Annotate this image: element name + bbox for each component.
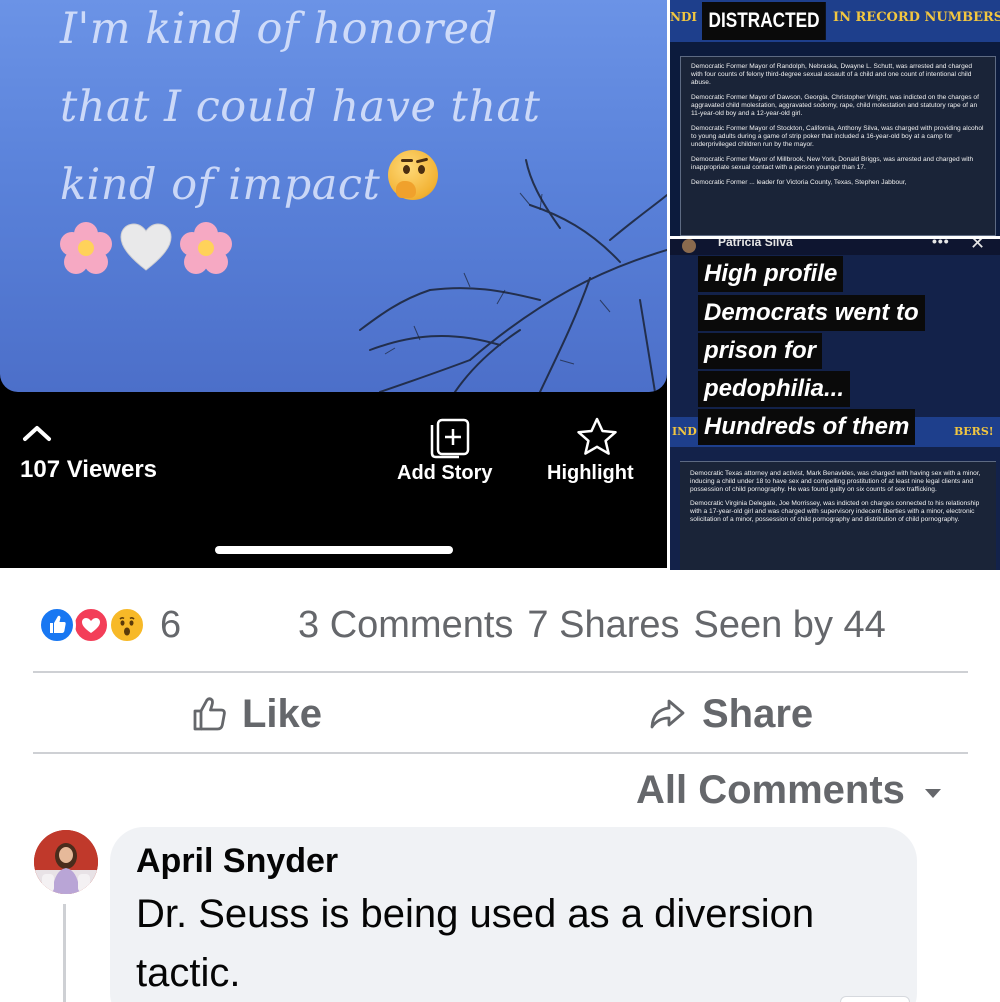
seen-by-count[interactable]: Seen by 44 bbox=[694, 604, 886, 647]
news-paragraph: Democratic Texas attorney and activist, … bbox=[690, 470, 981, 493]
banner-right-text: IN RECORD NUMBERS bbox=[833, 10, 1000, 25]
add-story-icon[interactable] bbox=[429, 417, 473, 459]
news-paragraph: Democratic Former Mayor of Millbrook, Ne… bbox=[691, 156, 974, 171]
headline-line-3: prison for bbox=[698, 333, 822, 369]
like-button[interactable]: Like bbox=[190, 684, 322, 744]
headline-line-4: pedophilia... bbox=[698, 371, 851, 407]
comments-count[interactable]: 3 Comments bbox=[298, 604, 513, 647]
poster-avatar bbox=[682, 239, 696, 253]
comment-author[interactable]: April Snyder bbox=[136, 841, 891, 881]
share-button[interactable]: Share bbox=[648, 684, 813, 744]
shares-count[interactable]: 7 Shares bbox=[527, 604, 679, 647]
thread-line bbox=[63, 904, 66, 1002]
reactions-summary[interactable] bbox=[38, 606, 158, 646]
add-story-button[interactable]: Add Story bbox=[397, 462, 493, 485]
band-left-text: IND bbox=[672, 425, 697, 438]
photo-headline[interactable]: Patricia Silva ••• ✕ High profile Democr… bbox=[670, 239, 1000, 570]
news-text-panel: Democratic Former Mayor of Randolph, Neb… bbox=[680, 56, 996, 236]
thinking-face-icon bbox=[388, 150, 438, 200]
eye-right bbox=[418, 165, 425, 174]
headline-line-2: Democrats went to bbox=[698, 295, 925, 331]
story-caption: I'm kind of honored that I could have th… bbox=[60, 0, 580, 224]
wow-reaction-icon bbox=[108, 606, 146, 644]
post-stats: 3 Comments 7 Shares Seen by 44 bbox=[298, 604, 886, 647]
story-line-1: I'm kind of honored bbox=[60, 4, 498, 54]
comment-text: Dr. Seuss is being used as a diversion t… bbox=[136, 892, 815, 995]
chevron-up-icon[interactable] bbox=[22, 424, 52, 442]
reaction-count[interactable]: 6 bbox=[160, 604, 181, 647]
close-icon: ✕ bbox=[970, 239, 986, 253]
news-paragraph: Democratic Virginia Delegate, Joe Morris… bbox=[690, 500, 980, 523]
highlight-button[interactable]: Highlight bbox=[547, 462, 634, 485]
news-paragraph: Democratic Former Mayor of Dawson, Georg… bbox=[691, 94, 979, 117]
headline-line-1: High profile bbox=[698, 256, 844, 292]
hand-on-chin bbox=[396, 181, 416, 198]
cherry-blossom-icon bbox=[58, 220, 114, 276]
emoji-row bbox=[58, 220, 234, 276]
story-line-3: kind of impact bbox=[60, 160, 381, 210]
photo-distracted[interactable]: NDI DISTRACTED IN RECORD NUMBERS Democra… bbox=[670, 0, 1000, 236]
brow-left bbox=[401, 159, 413, 162]
story-line-2: that I could have that bbox=[60, 82, 541, 132]
banner-left-text: NDI bbox=[670, 10, 697, 24]
like-label: Like bbox=[242, 691, 323, 736]
cherry-blossom-icon bbox=[178, 220, 234, 276]
comments-filter-label: All Comments bbox=[636, 768, 905, 812]
caret-down-icon bbox=[924, 789, 941, 798]
news-text-panel: Democratic Texas attorney and activist, … bbox=[680, 461, 996, 570]
reaction-pill[interactable] bbox=[840, 996, 910, 1002]
story-background: I'm kind of honored that I could have th… bbox=[0, 0, 667, 392]
viewers-count[interactable]: 107 Viewers bbox=[20, 456, 157, 484]
band-right-text: BERS! bbox=[954, 425, 994, 438]
share-arrow-icon bbox=[650, 699, 685, 729]
divider bbox=[33, 671, 968, 673]
poster-name: Patricia Silva bbox=[718, 239, 793, 249]
story-screenshot[interactable]: I'm kind of honored that I could have th… bbox=[0, 0, 667, 568]
news-paragraph: Democratic Former ... leader for Victori… bbox=[691, 179, 907, 186]
white-heart-icon bbox=[118, 220, 174, 276]
share-label: Share bbox=[702, 691, 814, 736]
more-options-icon: ••• bbox=[932, 239, 950, 249]
headline-line-5: Hundreds of them bbox=[698, 409, 916, 445]
news-paragraph: Democratic Former Mayor of Randolph, Neb… bbox=[691, 63, 973, 86]
thumbs-up-icon bbox=[193, 697, 226, 731]
comment-bubble[interactable]: April Snyder Dr. Seuss is being used as … bbox=[110, 827, 917, 1002]
divider bbox=[33, 752, 968, 754]
home-indicator bbox=[215, 546, 453, 554]
news-paragraph: Democratic Former Mayor of Stockton, Cal… bbox=[691, 125, 984, 148]
brow-right bbox=[415, 157, 429, 164]
eye-left bbox=[403, 165, 410, 174]
banner-distracted: DISTRACTED bbox=[702, 2, 827, 40]
love-reaction-icon bbox=[72, 606, 110, 644]
avatar[interactable] bbox=[34, 830, 98, 894]
like-reaction-icon bbox=[38, 606, 76, 644]
comments-filter-dropdown[interactable]: All Comments bbox=[636, 768, 941, 813]
star-icon[interactable] bbox=[575, 416, 619, 458]
